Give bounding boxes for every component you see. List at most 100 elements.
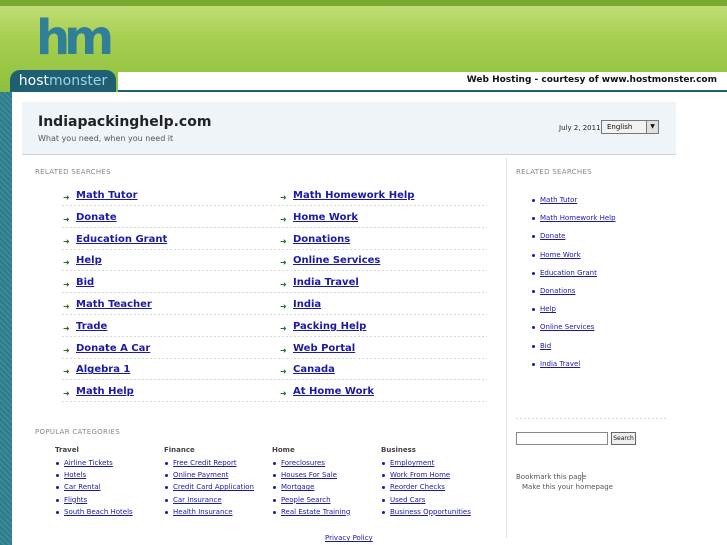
related-search-link[interactable]: Donate [76,212,117,223]
related-search-link[interactable]: Bid [76,277,94,288]
sidebar-search-link[interactable]: Home Work [540,251,581,259]
sidebar-search-link[interactable]: Math Tutor [540,196,577,204]
related-search-link[interactable]: Web Portal [293,343,355,354]
related-search-link[interactable]: Donations [293,234,350,245]
bullet-icon [532,235,535,239]
language-select[interactable]: English ▼ [601,120,659,134]
arrow-icon: ➜ [280,236,287,246]
dropdown-arrow-icon[interactable]: ▼ [646,121,658,133]
category-link[interactable]: Mortgage [281,483,314,491]
category-link[interactable]: Credit Card Application [173,483,254,491]
related-search-link[interactable]: Online Services [293,255,380,266]
bullet-icon [532,253,535,257]
related-search-link[interactable]: Math Tutor [76,190,138,201]
bullet-icon [165,474,168,478]
bullet-icon [532,308,535,312]
search-input[interactable] [516,432,608,445]
arrow-icon: ➜ [280,258,287,268]
category-link[interactable]: Car Rental [64,483,101,491]
bullet-icon [532,326,535,330]
column-divider [506,158,507,538]
category-link[interactable]: Airline Tickets [64,459,113,467]
related-search-link[interactable]: Math Teacher [76,299,152,310]
bullet-icon [56,486,59,490]
category-link[interactable]: People Search [281,496,331,504]
sidebar-search-link[interactable]: India Travel [540,360,580,368]
category-link[interactable]: Houses For Sale [281,471,337,479]
related-search-link[interactable]: Trade [76,321,107,332]
related-search-link[interactable]: India [293,299,321,310]
bullet-icon [273,474,276,478]
row-divider [62,357,487,359]
bookmark-link[interactable]: Bookmark this page [516,473,586,481]
category-link[interactable]: South Beach Hotels [64,508,133,516]
category-link[interactable]: Free Credit Report [173,459,237,467]
related-search-link[interactable]: India Travel [293,277,359,288]
popular-categories-label: POPULAR CATEGORIES [35,428,120,436]
site-header: Indiapackinghelp.com What you need, when… [22,102,676,155]
bullet-icon [273,486,276,490]
arrow-icon: ➜ [280,214,287,224]
search-button[interactable]: Search [611,432,636,445]
related-search-link[interactable]: Home Work [293,212,358,223]
sidebar-search-link[interactable]: Education Grant [540,269,597,277]
bullet-icon [382,486,385,490]
sidebar-search-link[interactable]: Bid [540,342,551,350]
related-search-link[interactable]: Packing Help [293,321,366,332]
related-search-link[interactable]: At Home Work [293,386,374,397]
category-heading: Travel [55,446,79,454]
parked-page: Indiapackinghelp.com What you need, when… [12,92,727,545]
category-link[interactable]: Real Estate Training [281,508,350,516]
bullet-icon [532,217,535,221]
category-heading: Home [272,446,295,454]
category-link[interactable]: Business Opportunities [390,508,471,516]
category-link[interactable]: Flights [64,496,87,504]
related-search-link[interactable]: Math Homework Help [293,190,414,201]
category-link[interactable]: Foreclosures [281,459,325,467]
bookmark-separator [582,472,583,482]
bullet-icon [532,271,535,275]
sidebar-search-link[interactable]: Donate [540,232,565,240]
category-link[interactable]: Work From Home [390,471,450,479]
related-search-link[interactable]: Canada [293,364,335,375]
date-display: July 2, 2011 [559,124,601,132]
bullet-icon [165,510,168,514]
privacy-policy-link[interactable]: Privacy Policy [325,534,373,542]
arrow-icon: ➜ [63,323,70,333]
bullet-icon [532,290,535,293]
related-search-link[interactable]: Help [76,255,102,266]
category-link[interactable]: Employment [390,459,434,467]
courtesy-bar: Web Hosting - courtesy of www.hostmonste… [118,72,727,92]
hostmonster-logo[interactable]: hm hostmonster [10,6,116,92]
logo-letters: hm [36,10,114,66]
arrow-icon: ➜ [280,280,287,290]
sidebar-search-link[interactable]: Math Homework Help [540,214,616,222]
sidebar-search-link[interactable]: Online Services [540,323,594,331]
related-search-link[interactable]: Algebra 1 [76,364,130,375]
row-divider [62,270,487,272]
category-link[interactable]: Hotels [64,471,86,479]
courtesy-text: Web Hosting - courtesy of www.hostmonste… [466,75,717,85]
category-link[interactable]: Online Payment [173,471,228,479]
sidebar-search-link[interactable]: Donations [540,287,575,295]
category-link[interactable]: Reorder Checks [390,483,445,491]
bullet-icon [165,462,168,465]
homepage-link[interactable]: Make this your homepage [522,483,613,491]
category-link[interactable]: Health Insurance [173,508,233,516]
category-link[interactable]: Used Cars [390,496,425,504]
arrow-icon: ➜ [63,193,70,202]
related-search-link[interactable]: Education Grant [76,234,167,245]
bullet-icon [56,510,59,514]
row-divider [62,226,487,228]
related-search-link[interactable]: Donate A Car [76,343,150,354]
category-heading: Finance [164,446,195,454]
sidebar-search-link[interactable]: Help [540,305,556,313]
category-link[interactable]: Car Insurance [173,496,222,504]
bullet-icon [273,510,276,514]
related-search-link[interactable]: Math Help [76,386,134,397]
arrow-icon: ➜ [63,389,70,399]
arrow-icon: ➜ [63,214,70,224]
language-value: English [607,123,633,131]
logo-host-text: host [18,73,49,89]
row-divider [62,335,487,337]
